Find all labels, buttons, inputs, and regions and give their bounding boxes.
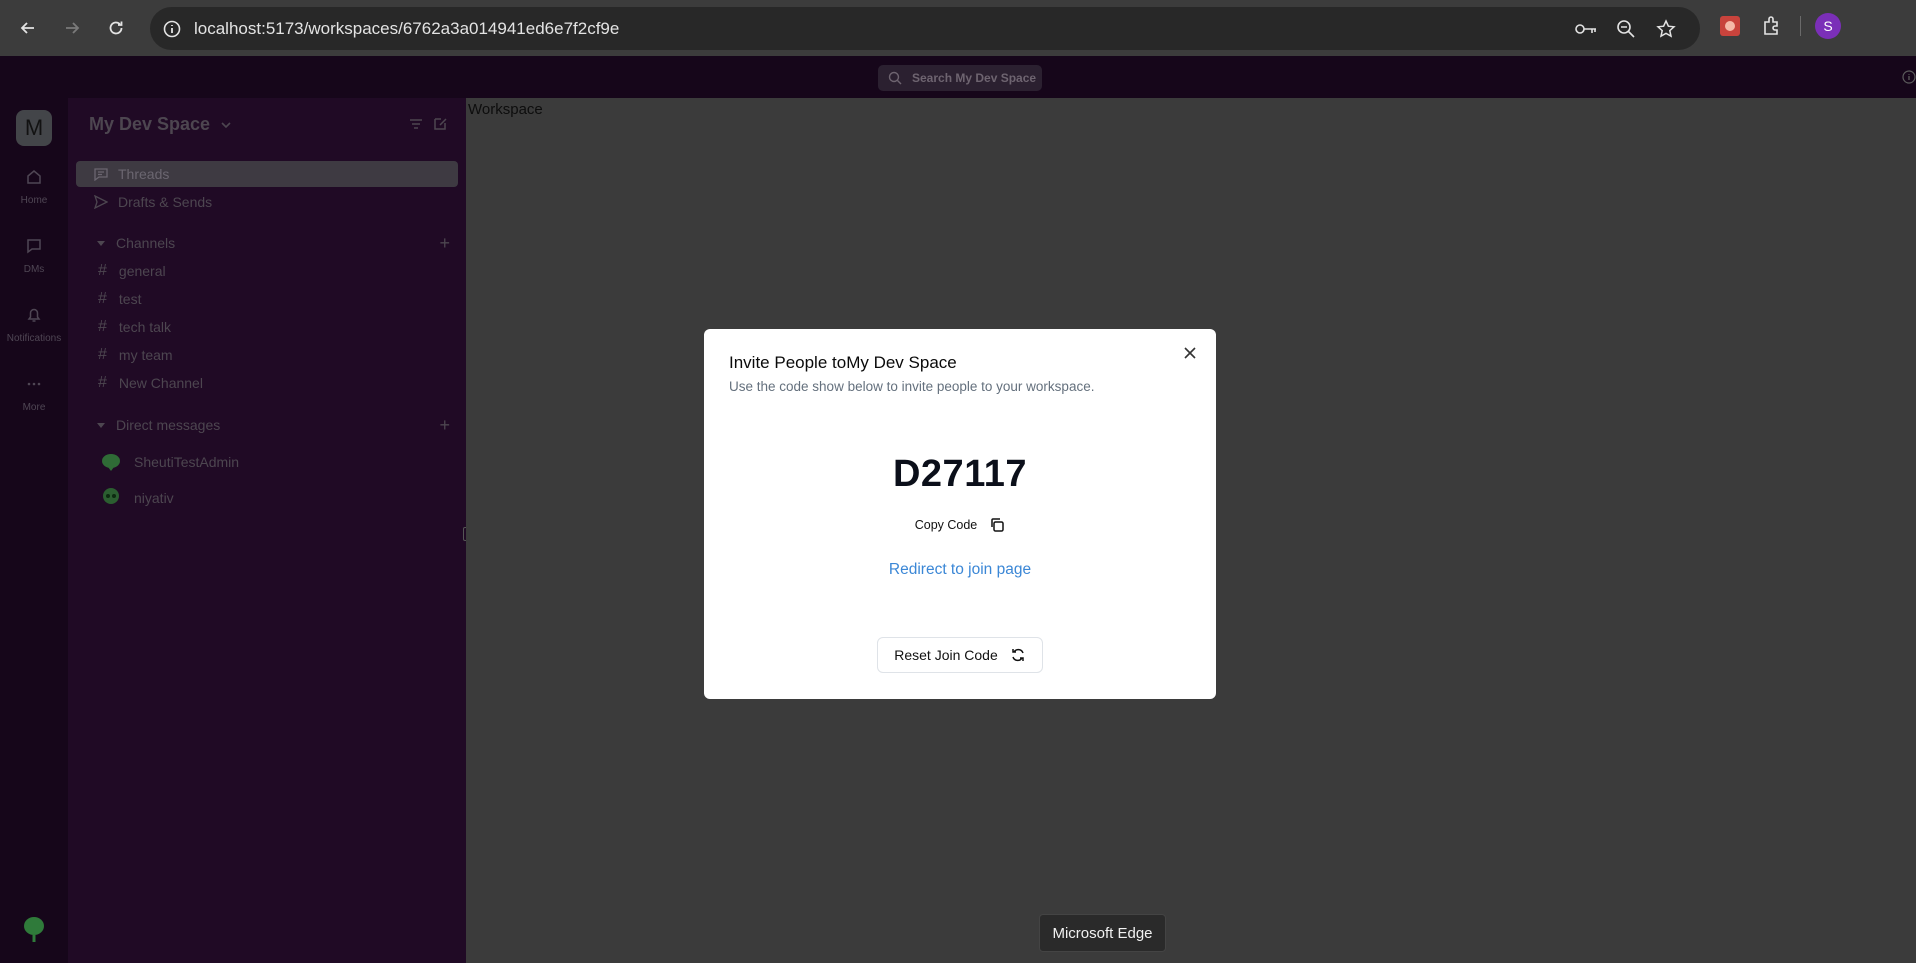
dm-name: SheutiTestAdmin — [134, 454, 240, 470]
back-arrow-icon — [20, 22, 34, 34]
compose-icon[interactable] — [432, 116, 448, 132]
search-icon — [888, 71, 902, 85]
modal-description: Use the code show below to invite people… — [729, 379, 1095, 394]
browser-toolbar: localhost:5173/workspaces/6762a3a014941e… — [0, 0, 1916, 56]
sidebar-item-label: Threads — [118, 166, 170, 182]
filter-icon[interactable] — [408, 116, 424, 132]
site-info-icon[interactable] — [150, 20, 194, 38]
rail-more[interactable]: More — [0, 375, 68, 415]
hash-icon: # — [98, 374, 107, 391]
sidebar: My Dev Space Threads Drafts & Sends Chan… — [68, 98, 466, 963]
channel-item[interactable]: # my team — [98, 344, 173, 366]
dm-name: niyativ — [134, 490, 174, 506]
rail-home-label: Home — [20, 195, 48, 206]
join-code: D27117 — [892, 453, 1027, 495]
caret-down-icon — [97, 241, 105, 246]
star-icon[interactable] — [1652, 17, 1680, 41]
extension-app-icon[interactable] — [1716, 12, 1744, 40]
chevron-down-icon — [221, 121, 231, 128]
home-icon — [27, 170, 41, 184]
reset-join-code-button[interactable]: Reset Join Code — [877, 637, 1043, 673]
channel-item[interactable]: # tech talk — [98, 316, 171, 338]
channel-name: my team — [118, 347, 173, 363]
close-icon[interactable] — [1182, 345, 1198, 361]
zoom-icon[interactable] — [1612, 17, 1640, 41]
copy-code-label: Copy Code — [914, 518, 978, 532]
invite-modal: Invite People toMy Dev Space Use the cod… — [704, 329, 1216, 699]
rail-home[interactable]: Home — [0, 168, 68, 208]
workspace-label: Workspace — [468, 101, 543, 118]
reset-label: Reset Join Code — [894, 647, 998, 663]
rail-dms-label: DMs — [23, 264, 45, 275]
bell-icon — [27, 308, 41, 322]
chat-icon — [27, 239, 41, 254]
channels-section-header[interactable]: Channels + — [96, 233, 450, 253]
add-channel-icon[interactable]: + — [439, 233, 450, 254]
profile-avatar[interactable]: S — [1815, 13, 1841, 39]
sidebar-item-label: Drafts & Sends — [118, 194, 213, 210]
back-button[interactable] — [8, 8, 48, 48]
workspace-switcher[interactable]: My Dev Space — [89, 114, 232, 135]
channel-item[interactable]: # test — [98, 288, 141, 310]
user-avatar-icon — [102, 454, 120, 471]
app-header: Search My Dev Space — [0, 56, 1916, 98]
channel-item[interactable]: # New Channel — [98, 372, 203, 394]
dm-item[interactable]: niyativ — [100, 485, 174, 511]
redirect-join-link[interactable]: Redirect to join page — [704, 561, 1216, 579]
user-avatar-icon[interactable] — [22, 915, 46, 943]
taskbar-tooltip: Microsoft Edge — [1039, 914, 1166, 952]
rail-notifications-label: Notifications — [6, 333, 62, 344]
channel-name: test — [118, 291, 142, 307]
workspace-avatar[interactable]: M — [16, 110, 52, 146]
hash-icon: # — [98, 290, 107, 307]
more-icon — [27, 382, 41, 386]
sidebar-item-threads[interactable]: Threads — [76, 161, 458, 187]
search-placeholder: Search My Dev Space — [912, 71, 1037, 85]
user-avatar-icon — [103, 488, 119, 504]
address-bar[interactable]: localhost:5173/workspaces/6762a3a014941e… — [150, 7, 1700, 50]
sidebar-item-drafts[interactable]: Drafts & Sends — [76, 189, 458, 215]
workspace-name: My Dev Space — [89, 114, 211, 134]
send-icon — [94, 195, 108, 209]
modal-title: Invite People toMy Dev Space — [729, 353, 957, 372]
hash-icon: # — [98, 262, 107, 279]
dms-section-header[interactable]: Direct messages + — [96, 415, 450, 435]
extensions-puzzle-icon[interactable] — [1758, 12, 1786, 40]
copy-code-button[interactable]: Copy Code — [704, 517, 1216, 533]
forward-button[interactable] — [52, 8, 92, 48]
rail-notifications[interactable]: Notifications — [0, 306, 68, 346]
key-icon[interactable] — [1572, 17, 1600, 41]
threads-icon — [94, 168, 108, 181]
forward-arrow-icon — [66, 22, 80, 34]
url-text[interactable]: localhost:5173/workspaces/6762a3a014941e… — [194, 19, 619, 39]
reload-button[interactable] — [96, 8, 136, 48]
caret-down-icon — [97, 423, 105, 428]
refresh-icon — [1012, 648, 1024, 662]
copy-icon — [991, 518, 1005, 532]
left-rail: M Home DMs Notifications More — [0, 98, 68, 963]
dm-item[interactable]: SheutiTestAdmin — [100, 449, 239, 475]
add-dm-icon[interactable]: + — [439, 415, 450, 436]
hash-icon: # — [98, 318, 107, 335]
channel-name: general — [118, 263, 166, 279]
dms-heading: Direct messages — [116, 417, 221, 433]
workspace-search[interactable]: Search My Dev Space — [878, 65, 1042, 91]
rail-more-label: More — [22, 402, 46, 413]
channel-name: tech talk — [118, 319, 172, 335]
info-icon[interactable] — [1902, 70, 1916, 87]
channel-name: New Channel — [118, 375, 203, 391]
hash-icon: # — [98, 346, 107, 363]
reload-icon — [109, 21, 123, 35]
toolbar-divider — [1800, 16, 1801, 36]
rail-dms[interactable]: DMs — [0, 237, 68, 277]
channel-item[interactable]: # general — [98, 260, 166, 282]
channels-heading: Channels — [116, 235, 176, 251]
